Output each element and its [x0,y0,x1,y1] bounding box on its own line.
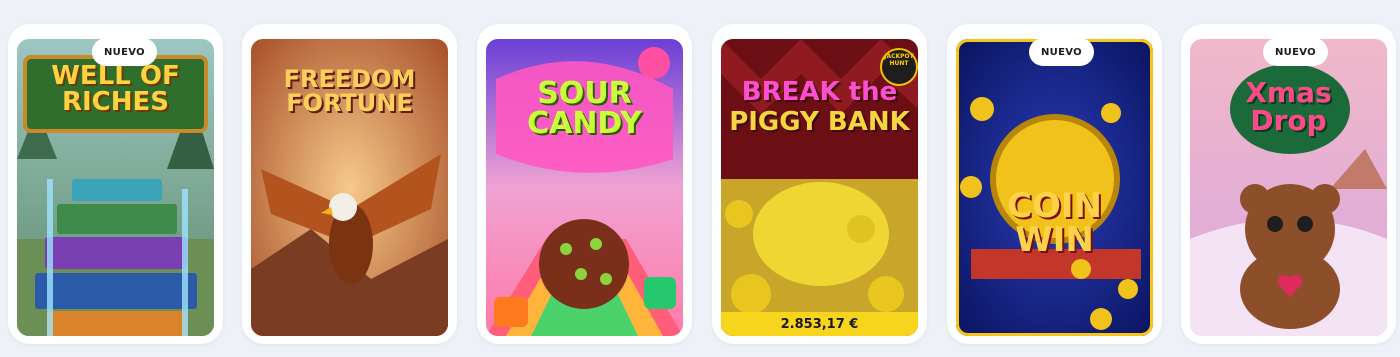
game-logo: SOUR CANDY [527,76,642,141]
game-thumbnail-well-of-riches[interactable]: WELL OF RICHES [17,39,214,336]
game-logo: Xmas Drop [1245,76,1332,137]
game-card-sour-candy[interactable]: SOUR CANDY [477,24,692,344]
game-thumbnail-coin-win[interactable]: COIN WIN [956,39,1153,336]
game-logo: COIN WIN [1007,186,1102,260]
new-badge: NUEVO [1263,38,1328,66]
game-thumbnail-break-the-piggy-bank[interactable]: JACKPOT HUNT BREAK the PIGGY BANK 2.853,… [721,39,918,336]
game-thumbnail-xmas-drop[interactable]: Xmas Drop [1190,39,1387,336]
provider-badge: JACKPOT HUNT [884,53,914,67]
game-logo: FREEDOM FORTUNE [283,65,416,117]
game-thumbnail-sour-candy[interactable]: SOUR CANDY [486,39,683,336]
game-card-well-of-riches[interactable]: NUEVO WELL OF RICHES [8,24,223,344]
game-thumbnail-freedom-fortune[interactable]: FREEDOM FORTUNE [251,39,448,336]
new-badge: NUEVO [1029,38,1094,66]
game-card-xmas-drop[interactable]: NUEVO Xmas Drop [1181,24,1396,344]
game-logo: WELL OF RICHES [51,61,180,117]
game-card-break-the-piggy-bank[interactable]: JACKPOT HUNT BREAK the PIGGY BANK 2.853,… [712,24,927,344]
game-card-coin-win[interactable]: NUEVO COIN WIN [947,24,1162,344]
game-logo: BREAK the PIGGY BANK [729,77,910,137]
jackpot-amount: 2.853,17 € [721,312,918,336]
new-badge: NUEVO [92,38,157,66]
game-carousel-row: NUEVO WELL OF RICHES FREEDOM FORTUNE SOU… [0,0,1400,357]
game-card-freedom-fortune[interactable]: FREEDOM FORTUNE [242,24,457,344]
